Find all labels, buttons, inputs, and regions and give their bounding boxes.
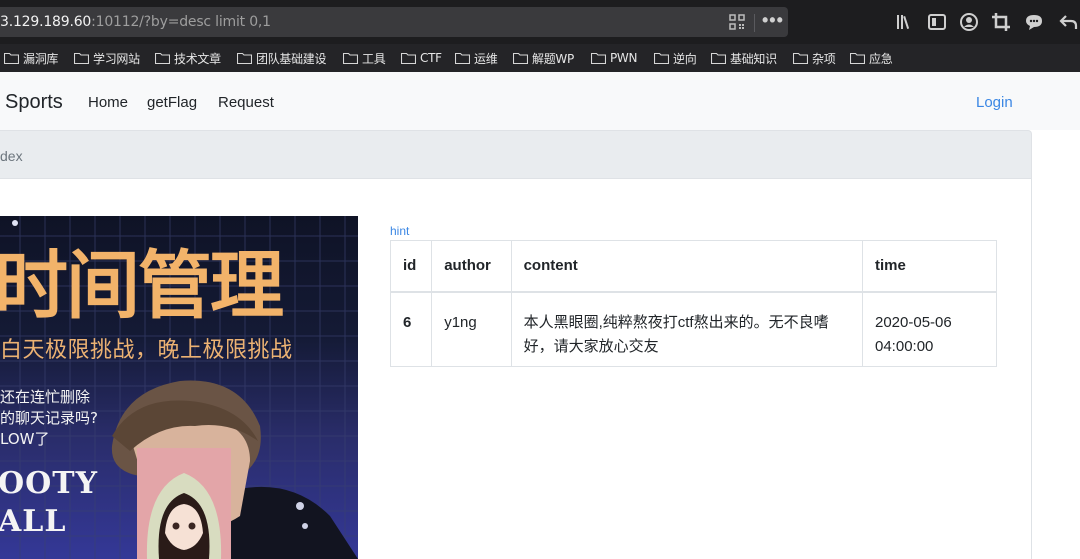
bookmarks-bar: 漏洞库 学习网站 技术文章 团队基础建设 工具 CTF 运维 解题WP PWN … [0, 44, 1080, 72]
qr-code-icon[interactable] [729, 14, 745, 30]
column-header-content: content [510, 240, 864, 293]
browser-toolbar: 3.129.189.60:10112/?by=desc limit 0,1 ••… [0, 0, 1080, 44]
folder-icon [590, 52, 607, 65]
folder-icon [849, 52, 866, 65]
poster-title: 时间管理 [0, 243, 284, 329]
bookmark-label: 漏洞库 [23, 51, 59, 66]
bookmark-folder[interactable]: 运维 [454, 49, 498, 67]
sidebar-icon[interactable] [927, 12, 947, 32]
cell-author: y1ng [431, 291, 512, 367]
folder-icon [342, 52, 359, 65]
cell-content: 本人黑眼圈,纯粹熬夜打ctf熬出来的。无不良嗜好，请大家放心交友 [510, 291, 864, 367]
cell-time: 2020-05-06 04:00:00 [862, 291, 997, 367]
bookmark-folder[interactable]: 漏洞库 [3, 49, 59, 67]
bookmark-folder[interactable]: PWN [590, 49, 638, 67]
poster-image: 时间管理 白天极限挑战，晚上极限挑战 还在连忙删除 的聊天记录吗? LOW了 O… [0, 216, 358, 559]
nav-link-request[interactable]: Request [218, 94, 274, 111]
more-actions-icon[interactable]: ••• [762, 10, 784, 31]
bookmark-folder[interactable]: 解题WP [512, 49, 574, 67]
crop-icon[interactable] [991, 12, 1011, 32]
folder-icon [73, 52, 90, 65]
column-header-id: id [389, 240, 433, 293]
bookmark-label: 学习网站 [93, 51, 140, 66]
nav-link-home[interactable]: Home [88, 94, 128, 111]
folder-icon [454, 52, 471, 65]
url-host: 3.129.189.60 [0, 14, 92, 30]
library-icon[interactable] [895, 12, 915, 32]
bookmark-label: 杂项 [812, 51, 836, 66]
folder-icon [792, 52, 809, 65]
bookmark-label: 工具 [362, 51, 386, 66]
card-border [1031, 179, 1032, 559]
back-icon[interactable] [1058, 12, 1078, 32]
bookmark-folder[interactable]: 应急 [849, 49, 893, 67]
bookmark-label: 运维 [474, 51, 498, 66]
url-text[interactable]: 3.129.189.60:10112/?by=desc limit 0,1 [0, 14, 271, 30]
poster-question-line: 还在连忙删除 [0, 388, 91, 406]
poster-question-line: LOW了 [0, 430, 50, 448]
url-separator [754, 14, 755, 32]
poster-big-text: ALL [0, 504, 67, 539]
bookmark-label: CTF [420, 51, 442, 65]
hint-link[interactable]: hint [390, 224, 409, 238]
bookmark-folder[interactable]: 团队基础建设 [236, 49, 327, 67]
bookmark-label: 基础知识 [730, 51, 777, 66]
bookmark-folder[interactable]: 逆向 [653, 49, 697, 67]
breadcrumb [0, 130, 1032, 179]
folder-icon [512, 52, 529, 65]
account-icon[interactable] [959, 12, 979, 32]
nav-link-getflag[interactable]: getFlag [147, 94, 197, 111]
bookmark-folder[interactable]: CTF [400, 49, 442, 67]
table-row: 6 y1ng 本人黑眼圈,纯粹熬夜打ctf熬出来的。无不良嗜好，请大家放心交友 … [389, 291, 997, 367]
site-brand[interactable]: Sports [5, 91, 63, 114]
url-path: :10112/?by=desc limit 0,1 [91, 14, 271, 30]
poster-subtitle: 白天极限挑战，晚上极限挑战 [0, 338, 293, 363]
avatar-sticker [137, 448, 231, 559]
folder-icon [653, 52, 670, 65]
bookmark-label: 技术文章 [174, 51, 221, 66]
results-table: id author content time 6 y1ng 本人黑眼圈,纯粹熬夜… [389, 240, 997, 367]
folder-icon [3, 52, 20, 65]
bookmark-folder[interactable]: 技术文章 [154, 49, 221, 67]
bookmark-label: 逆向 [673, 51, 697, 66]
column-header-author: author [431, 240, 512, 293]
bookmark-label: PWN [610, 51, 638, 65]
bookmark-folder[interactable]: 基础知识 [710, 49, 777, 67]
login-link[interactable]: Login [976, 94, 1013, 111]
bookmark-folder[interactable]: 杂项 [792, 49, 836, 67]
bookmark-folder[interactable]: 学习网站 [73, 49, 140, 67]
table-header-row: id author content time [389, 240, 997, 293]
bookmark-label: 应急 [869, 51, 893, 66]
folder-icon [400, 52, 417, 65]
poster-light-dot [12, 220, 18, 226]
cell-id: 6 [389, 291, 433, 367]
poster-question-line: 的聊天记录吗? [0, 409, 98, 427]
folder-icon [710, 52, 727, 65]
bookmark-label: 解题WP [532, 51, 574, 66]
bookmark-folder[interactable]: 工具 [342, 49, 386, 67]
folder-icon [154, 52, 171, 65]
column-header-time: time [862, 240, 997, 293]
address-bar[interactable]: 3.129.189.60:10112/?by=desc limit 0,1 [0, 7, 788, 37]
breadcrumb-item: dex [0, 148, 23, 164]
chat-icon[interactable] [1024, 12, 1044, 32]
folder-icon [236, 52, 253, 65]
poster-big-text: OOTY [0, 466, 99, 501]
bookmark-label: 团队基础建设 [256, 51, 327, 66]
